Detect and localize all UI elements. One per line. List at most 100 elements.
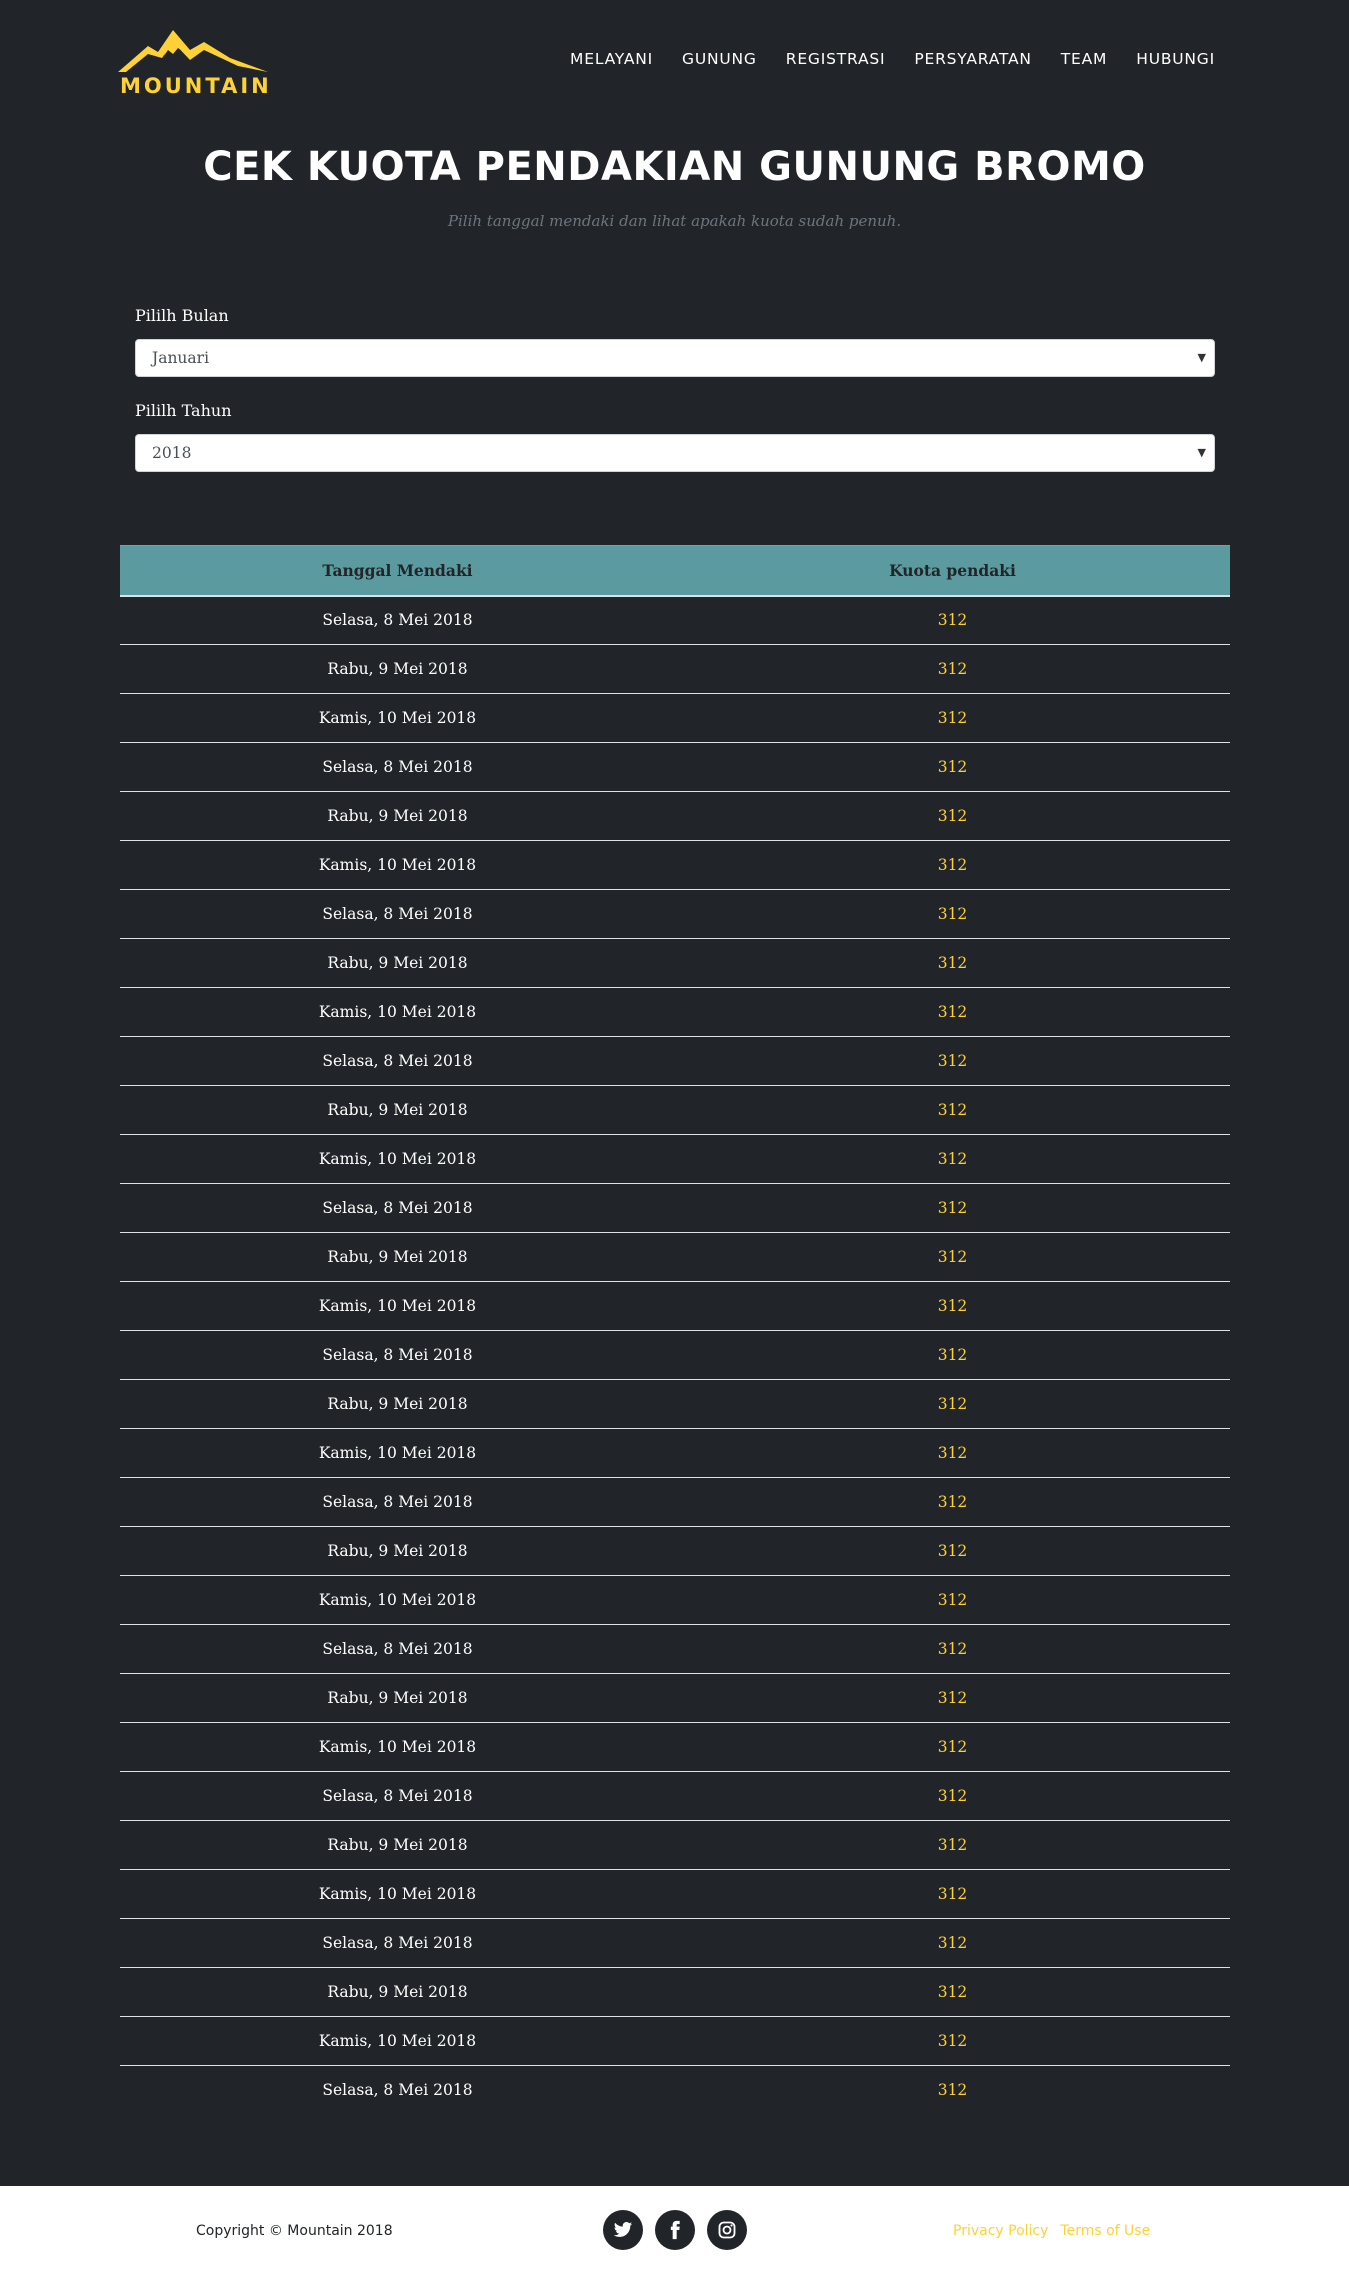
climb-date-cell: Selasa, 8 Mei 2018: [322, 905, 473, 923]
table-row: Selasa, 8 Mei 2018 312: [120, 1919, 1230, 1968]
table-row: Kamis, 10 Mei 2018 312: [120, 841, 1230, 890]
table-row: Rabu, 9 Mei 2018 312: [120, 1674, 1230, 1723]
year-select[interactable]: 2018 ▼: [135, 434, 1215, 472]
table-row: Kamis, 10 Mei 2018 312: [120, 1429, 1230, 1478]
climb-date-cell: Kamis, 10 Mei 2018: [318, 856, 477, 874]
footer: Copyright © Mountain 2018 Privacy Policy…: [0, 2186, 1349, 2276]
year-label: Pililh Tahun: [135, 401, 232, 420]
instagram-icon: [718, 2221, 736, 2239]
nav-item-hubungi[interactable]: HUBUNGI: [1136, 50, 1215, 68]
table-row: Kamis, 10 Mei 2018 312: [120, 1870, 1230, 1919]
climb-date-cell: Rabu, 9 Mei 2018: [327, 660, 468, 678]
table-row: Selasa, 8 Mei 2018 312: [120, 1331, 1230, 1380]
nav-item-gunung[interactable]: GUNUNG: [682, 50, 757, 68]
table-row: Rabu, 9 Mei 2018 312: [120, 1821, 1230, 1870]
month-label: Pililh Bulan: [135, 306, 229, 325]
social-links: [603, 2210, 747, 2250]
climb-date-cell: Selasa, 8 Mei 2018: [322, 1934, 473, 1952]
twitter-link[interactable]: [603, 2210, 643, 2250]
quota-cell: 312: [937, 1983, 968, 2001]
table-row: Kamis, 10 Mei 2018 312: [120, 2017, 1230, 2066]
climb-date-cell: Selasa, 8 Mei 2018: [322, 1493, 473, 1511]
quota-cell: 312: [937, 709, 968, 727]
climb-date-cell: Selasa, 8 Mei 2018: [322, 1346, 473, 1364]
column-header-quota: Kuota pendaki: [889, 560, 1016, 580]
nav-item-registrasi[interactable]: REGISTRASI: [786, 50, 886, 68]
nav-item-persyaratan[interactable]: PERSYARATAN: [914, 50, 1031, 68]
table-row: Selasa, 8 Mei 2018 312: [120, 890, 1230, 939]
table-row: Selasa, 8 Mei 2018 312: [120, 1625, 1230, 1674]
table-body: Selasa, 8 Mei 2018 312 Rabu, 9 Mei 2018 312…: [120, 596, 1230, 2115]
climb-date-cell: Kamis, 10 Mei 2018: [318, 2032, 477, 2050]
table-row: Rabu, 9 Mei 2018 312: [120, 792, 1230, 841]
quota-cell: 312: [937, 1542, 968, 1560]
table-row: Kamis, 10 Mei 2018 312: [120, 1723, 1230, 1772]
quota-cell: 312: [937, 1787, 968, 1805]
month-select-value: Januari: [152, 349, 210, 367]
climb-date-cell: Kamis, 10 Mei 2018: [318, 1885, 477, 1903]
climb-date-cell: Kamis, 10 Mei 2018: [318, 1003, 477, 1021]
quota-cell: 312: [937, 1248, 968, 1266]
climb-date-cell: Kamis, 10 Mei 2018: [318, 1591, 477, 1609]
quota-cell: 312: [937, 905, 968, 923]
quota-cell: 312: [937, 1150, 968, 1168]
climb-date-cell: Kamis, 10 Mei 2018: [318, 1297, 477, 1315]
climb-date-cell: Rabu, 9 Mei 2018: [327, 1689, 468, 1707]
quota-cell: 312: [937, 1934, 968, 1952]
climb-date-cell: Kamis, 10 Mei 2018: [318, 1150, 477, 1168]
quota-table-wrapper: Tanggal Mendaki Kuota pendaki Selasa, 8 …: [120, 545, 1230, 2115]
quota-cell: 312: [937, 1640, 968, 1658]
climb-date-cell: Selasa, 8 Mei 2018: [322, 2081, 473, 2100]
table-row: Selasa, 8 Mei 2018 312: [120, 1478, 1230, 1527]
quota-cell: 312: [937, 1003, 968, 1021]
climb-date-cell: Rabu, 9 Mei 2018: [327, 1836, 468, 1854]
table-row: Selasa, 8 Mei 2018 312: [120, 1184, 1230, 1233]
nav-item-melayani[interactable]: MELAYANI: [570, 50, 653, 68]
column-header-date: Tanggal Mendaki: [322, 560, 473, 580]
navbar: MOUNTAIN MELAYANI GUNUNG REGISTRASI PERS…: [0, 0, 1349, 125]
nav-item-team[interactable]: TEAM: [1061, 50, 1107, 68]
quota-cell: 312: [937, 1444, 968, 1462]
table-row: Rabu, 9 Mei 2018 312: [120, 645, 1230, 694]
mountain-logo-icon: [118, 30, 268, 72]
facebook-link[interactable]: [655, 2210, 695, 2250]
table-row: Kamis, 10 Mei 2018 312: [120, 1282, 1230, 1331]
brand-logo[interactable]: MOUNTAIN: [118, 28, 272, 100]
page-subtitle: Pilih tanggal mendaki dan lihat apakah k…: [447, 212, 902, 230]
terms-of-use-link[interactable]: Terms of Use: [1060, 2223, 1150, 2239]
table-row: Rabu, 9 Mei 2018 312: [120, 1086, 1230, 1135]
table-row: Rabu, 9 Mei 2018 312: [120, 1380, 1230, 1429]
main-nav: MELAYANI GUNUNG REGISTRASI PERSYARATAN T…: [541, 50, 1215, 68]
table-row: Rabu, 9 Mei 2018 312: [120, 1968, 1230, 2017]
instagram-link[interactable]: [707, 2210, 747, 2250]
quota-cell: 312: [937, 611, 968, 630]
climb-date-cell: Rabu, 9 Mei 2018: [327, 1101, 468, 1119]
climb-date-cell: Selasa, 8 Mei 2018: [322, 758, 473, 776]
quota-cell: 312: [937, 954, 968, 972]
quota-cell: 312: [937, 1346, 968, 1364]
climb-date-cell: Rabu, 9 Mei 2018: [327, 1248, 468, 1266]
table-row: Rabu, 9 Mei 2018 312: [120, 1233, 1230, 1282]
quota-cell: 312: [937, 1199, 968, 1217]
caret-down-icon: ▼: [1197, 351, 1206, 364]
table-row: Rabu, 9 Mei 2018 312: [120, 1527, 1230, 1576]
table-row: Kamis, 10 Mei 2018 312: [120, 1576, 1230, 1625]
table-row: Selasa, 8 Mei 2018 312: [120, 596, 1230, 645]
table-head: Tanggal Mendaki Kuota pendaki: [120, 545, 1230, 596]
climb-date-cell: Kamis, 10 Mei 2018: [318, 1444, 477, 1462]
quota-cell: 312: [937, 2081, 968, 2100]
quota-cell: 312: [937, 1101, 968, 1119]
climb-date-cell: Rabu, 9 Mei 2018: [327, 807, 468, 825]
climb-date-cell: Rabu, 9 Mei 2018: [327, 954, 468, 972]
table-row: Kamis, 10 Mei 2018 312: [120, 988, 1230, 1037]
table-row: Selasa, 8 Mei 2018 312: [120, 1772, 1230, 1821]
privacy-policy-link[interactable]: Privacy Policy: [953, 2223, 1048, 2239]
table-row: Selasa, 8 Mei 2018 312: [120, 743, 1230, 792]
table-row: Selasa, 8 Mei 2018 312: [120, 2066, 1230, 2115]
table-row: Rabu, 9 Mei 2018 312: [120, 939, 1230, 988]
quota-cell: 312: [937, 1395, 968, 1413]
month-select[interactable]: Januari ▼: [135, 339, 1215, 377]
quota-cell: 312: [937, 1689, 968, 1707]
quota-cell: 312: [937, 1052, 968, 1070]
quota-cell: 312: [937, 807, 968, 825]
